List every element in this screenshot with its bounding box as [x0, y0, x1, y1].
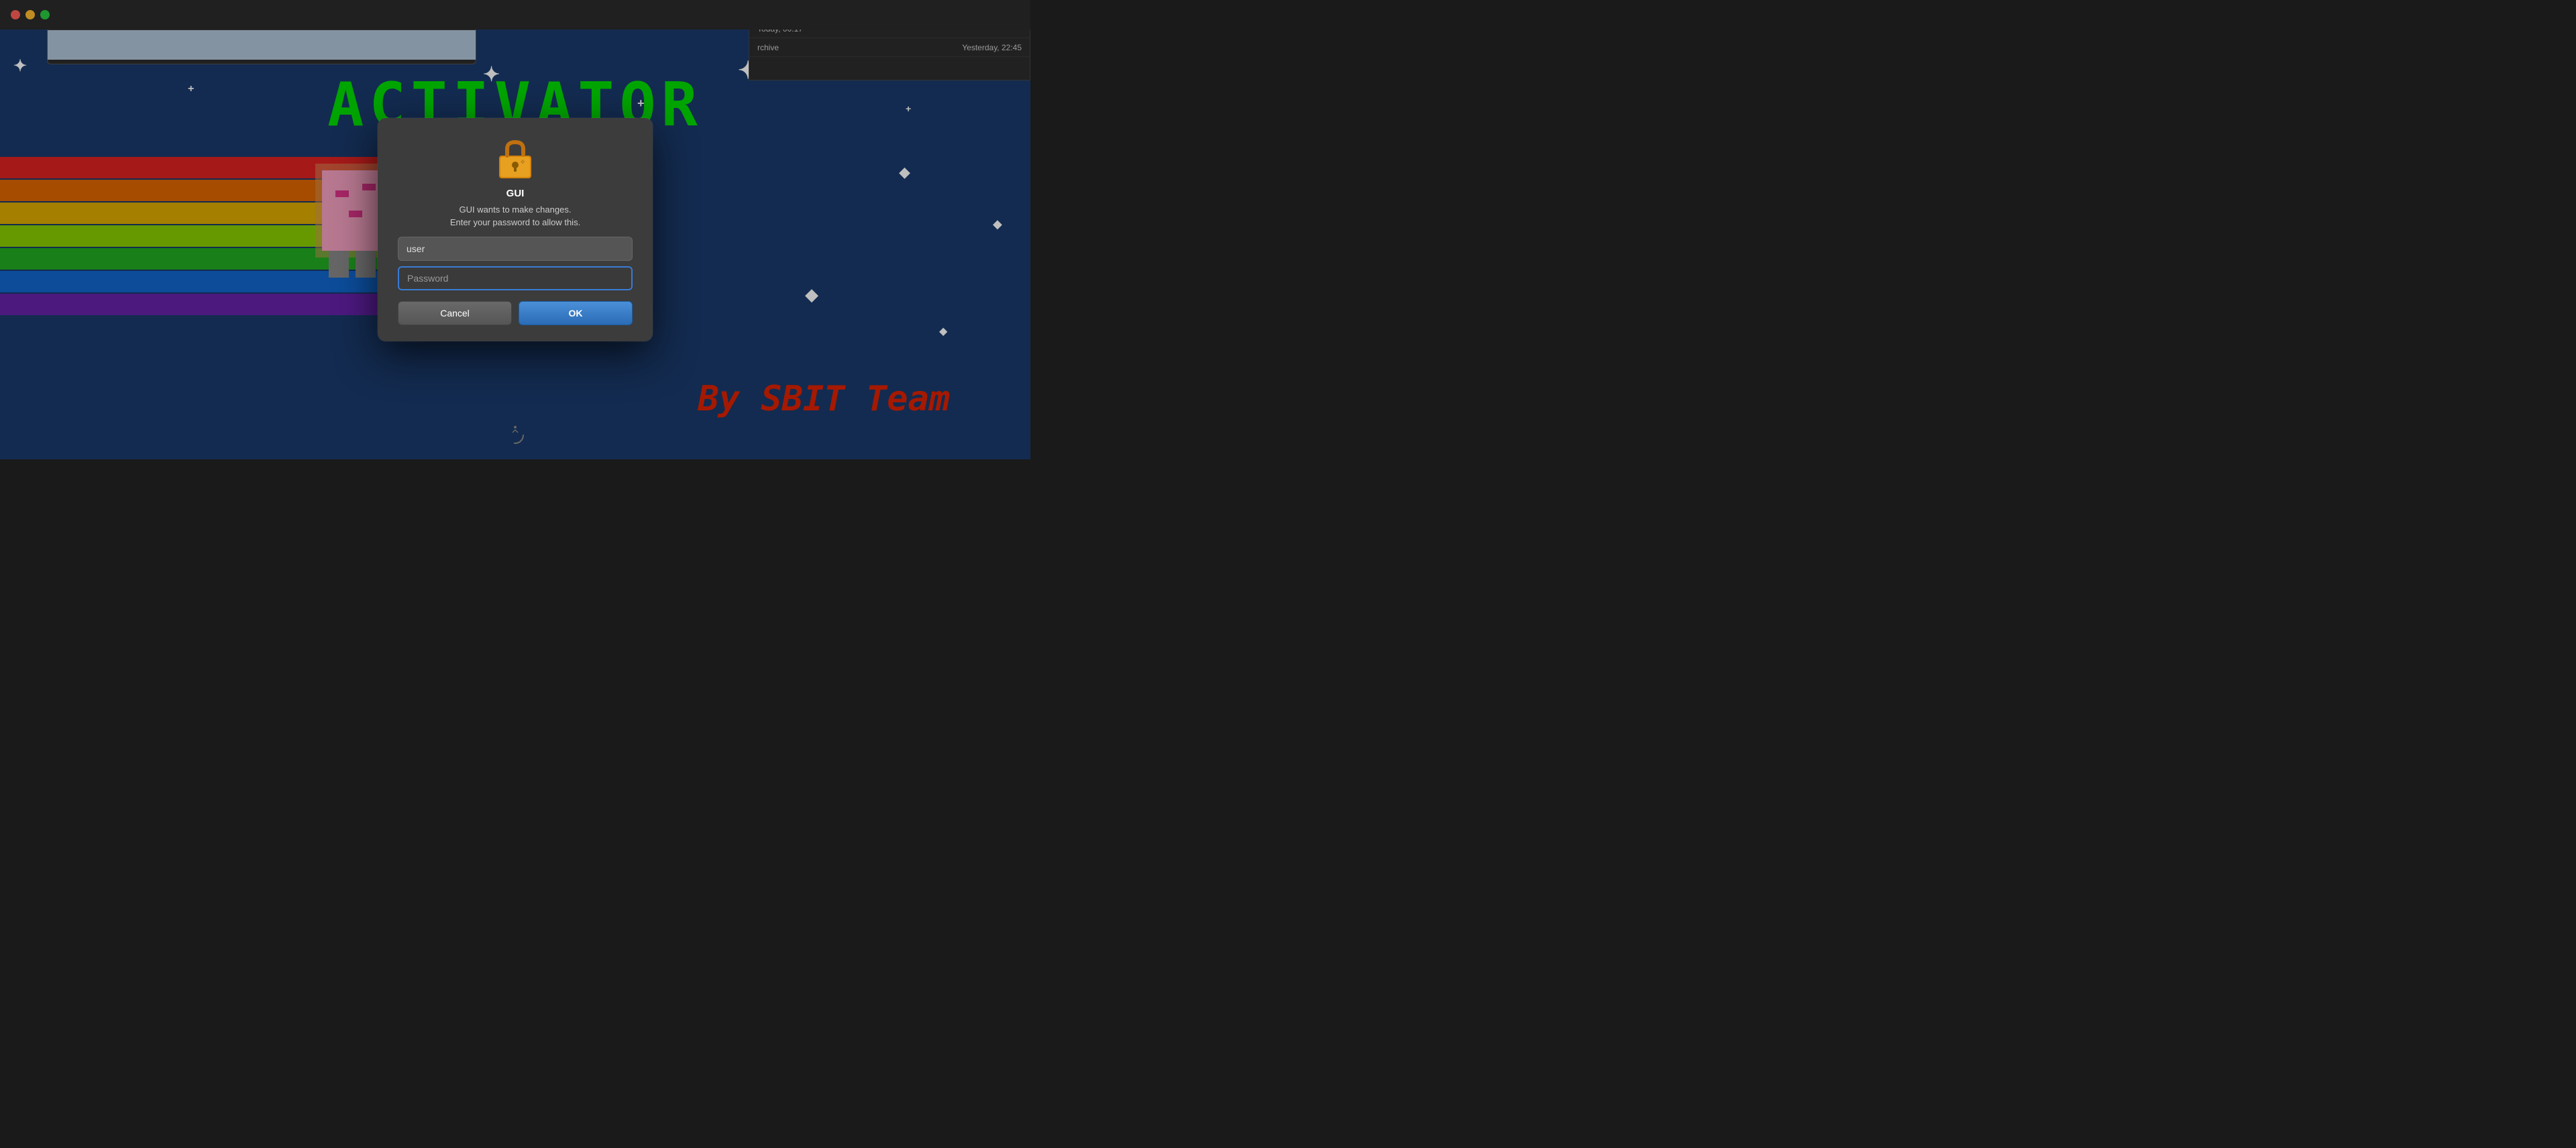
modal-overlay: GUI GUI wants to make changes. Enter you…	[0, 0, 1030, 459]
dialog-title: GUI	[506, 188, 525, 199]
lock-icon-container	[494, 137, 537, 180]
dialog-instruction: Enter your password to allow this.	[450, 217, 580, 227]
username-field[interactable]	[398, 237, 633, 261]
cancel-button[interactable]: Cancel	[398, 301, 512, 325]
lock-icon	[494, 137, 537, 180]
dialog-fields	[398, 237, 633, 290]
password-field[interactable]	[398, 266, 633, 290]
dialog-buttons: Cancel OK	[398, 301, 633, 325]
dialog-subtitle: GUI wants to make changes.	[460, 205, 572, 215]
auth-dialog: GUI GUI wants to make changes. Enter you…	[378, 118, 653, 341]
ok-button[interactable]: OK	[519, 301, 633, 325]
